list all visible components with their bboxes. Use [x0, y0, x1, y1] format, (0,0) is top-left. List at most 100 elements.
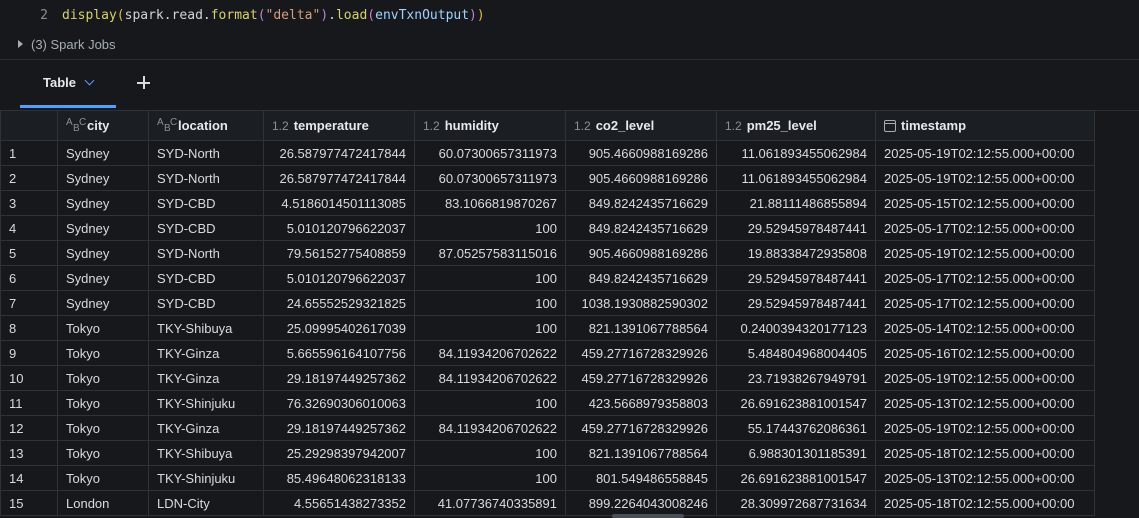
- table-cell[interactable]: 2025-05-14T02:12:55.000+00:00: [875, 315, 1095, 341]
- table-cell[interactable]: Sydney: [57, 240, 149, 266]
- table-cell[interactable]: Sydney: [57, 215, 149, 241]
- table-cell[interactable]: 55.17443762086361: [716, 415, 876, 441]
- table-row[interactable]: 8 Tokyo TKY-Shibuya 25.09995402617039 100 821…: [0, 315, 1095, 341]
- table-cell[interactable]: 821.1391067788564: [565, 440, 717, 466]
- table-cell[interactable]: 1038.1930882590302: [565, 290, 717, 316]
- table-cell[interactable]: 100: [414, 265, 566, 291]
- table-cell[interactable]: 849.8242435716629: [565, 265, 717, 291]
- table-cell[interactable]: 29.52945978487441: [716, 290, 876, 316]
- table-cell[interactable]: Tokyo: [57, 340, 149, 366]
- table-cell[interactable]: 423.5668979358803: [565, 390, 717, 416]
- table-cell[interactable]: 2025-05-19T02:12:55.000+00:00: [875, 140, 1095, 166]
- table-cell[interactable]: SYD-CBD: [148, 215, 264, 241]
- table-row[interactable]: 12 Tokyo TKY-Ginza 29.18197449257362 84.1193…: [0, 415, 1095, 441]
- table-row[interactable]: 13 Tokyo TKY-Shibuya 25.29298397942007 100 82…: [0, 440, 1095, 466]
- table-cell[interactable]: Sydney: [57, 165, 149, 191]
- table-cell[interactable]: 905.4660988169286: [565, 140, 717, 166]
- table-cell[interactable]: 26.587977472417844: [263, 140, 415, 166]
- table-cell[interactable]: 2025-05-13T02:12:55.000+00:00: [875, 390, 1095, 416]
- table-cell[interactable]: 24.65552529321825: [263, 290, 415, 316]
- table-cell[interactable]: 2025-05-13T02:12:55.000+00:00: [875, 465, 1095, 491]
- table-cell[interactable]: 60.07300657311973: [414, 140, 566, 166]
- table-cell[interactable]: 29.18197449257362: [263, 365, 415, 391]
- table-cell[interactable]: 100: [414, 315, 566, 341]
- table-row[interactable]: 7 Sydney SYD-CBD 24.65552529321825 100 1038.1…: [0, 290, 1095, 316]
- table-cell[interactable]: 26.587977472417844: [263, 165, 415, 191]
- table-cell[interactable]: London: [57, 490, 149, 516]
- table-cell[interactable]: 5.010120796622037: [263, 215, 415, 241]
- column-header-location[interactable]: A B Clocation: [148, 110, 264, 141]
- table-cell[interactable]: 4.5186014501113085: [263, 190, 415, 216]
- table-cell[interactable]: 11.061893455062984: [716, 165, 876, 191]
- table-cell[interactable]: TKY-Shinjuku: [148, 465, 264, 491]
- table-cell[interactable]: 849.8242435716629: [565, 215, 717, 241]
- table-row[interactable]: 2 Sydney SYD-North 26.587977472417844 60.073…: [0, 165, 1095, 191]
- table-cell[interactable]: TKY-Ginza: [148, 365, 264, 391]
- table-cell[interactable]: 905.4660988169286: [565, 240, 717, 266]
- table-cell[interactable]: 905.4660988169286: [565, 165, 717, 191]
- table-cell[interactable]: SYD-North: [148, 140, 264, 166]
- table-cell[interactable]: 41.07736740335891: [414, 490, 566, 516]
- table-cell[interactable]: TKY-Shinjuku: [148, 390, 264, 416]
- table-cell[interactable]: Tokyo: [57, 465, 149, 491]
- table-cell[interactable]: 2025-05-19T02:12:55.000+00:00: [875, 415, 1095, 441]
- table-cell[interactable]: 60.07300657311973: [414, 165, 566, 191]
- table-cell[interactable]: 899.2264043008246: [565, 490, 717, 516]
- table-row[interactable]: 14 Tokyo TKY-Shinjuku 85.49648062318133 100 8…: [0, 465, 1095, 491]
- table-cell[interactable]: 25.29298397942007: [263, 440, 415, 466]
- table-cell[interactable]: 2025-05-16T02:12:55.000+00:00: [875, 340, 1095, 366]
- table-cell[interactable]: 85.49648062318133: [263, 465, 415, 491]
- table-cell[interactable]: 26.691623881001547: [716, 390, 876, 416]
- column-header-humidity[interactable]: 1.2 humidity: [414, 110, 566, 141]
- table-cell[interactable]: 83.1066819870267: [414, 190, 566, 216]
- table-row[interactable]: 10 Tokyo TKY-Ginza 29.18197449257362 84.1193…: [0, 365, 1095, 391]
- table-cell[interactable]: 2025-05-19T02:12:55.000+00:00: [875, 165, 1095, 191]
- table-cell[interactable]: 4.55651438273352: [263, 490, 415, 516]
- table-cell[interactable]: 821.1391067788564: [565, 315, 717, 341]
- table-cell[interactable]: Tokyo: [57, 415, 149, 441]
- table-cell[interactable]: Tokyo: [57, 390, 149, 416]
- table-cell[interactable]: 2025-05-18T02:12:55.000+00:00: [875, 490, 1095, 516]
- results-grid[interactable]: A B Ccity A B Clocation 1.2 temperature 1.2 hu…: [0, 110, 1139, 518]
- column-header-co2-level[interactable]: 1.2 co2_level: [565, 110, 717, 141]
- table-cell[interactable]: 100: [414, 390, 566, 416]
- table-cell[interactable]: 801.549486558845: [565, 465, 717, 491]
- chevron-down-icon[interactable]: [84, 75, 95, 86]
- table-row[interactable]: 9 Tokyo TKY-Ginza 5.665596164107756 84.11934…: [0, 340, 1095, 366]
- table-row[interactable]: 4 Sydney SYD-CBD 5.010120796622037 100 849.82…: [0, 215, 1095, 241]
- table-cell[interactable]: 25.09995402617039: [263, 315, 415, 341]
- table-cell[interactable]: SYD-North: [148, 165, 264, 191]
- table-cell[interactable]: 459.27716728329926: [565, 340, 717, 366]
- table-cell[interactable]: 5.010120796622037: [263, 265, 415, 291]
- table-cell[interactable]: 79.56152775408859: [263, 240, 415, 266]
- table-cell[interactable]: SYD-CBD: [148, 190, 264, 216]
- table-cell[interactable]: 28.309972687731634: [716, 490, 876, 516]
- tab-table[interactable]: Table: [20, 60, 116, 108]
- table-cell[interactable]: Sydney: [57, 140, 149, 166]
- table-cell[interactable]: 100: [414, 290, 566, 316]
- horizontal-scrollbar[interactable]: [612, 514, 684, 518]
- code-cell[interactable]: 2 display(spark. read. format("delta"). loa…: [0, 0, 1139, 60]
- table-row[interactable]: 1 Sydney SYD-North 26.587977472417844 60.073…: [0, 140, 1095, 166]
- table-cell[interactable]: 2025-05-18T02:12:55.000+00:00: [875, 440, 1095, 466]
- table-cell[interactable]: 100: [414, 440, 566, 466]
- table-cell[interactable]: Sydney: [57, 265, 149, 291]
- table-row[interactable]: 11 Tokyo TKY-Shinjuku 76.32690306010063 100 4…: [0, 390, 1095, 416]
- column-header-timestamp[interactable]: timestamp: [875, 110, 1095, 141]
- table-row[interactable]: 3 Sydney SYD-CBD 4.5186014501113085 83.10668…: [0, 190, 1095, 216]
- table-cell[interactable]: LDN-City: [148, 490, 264, 516]
- table-cell[interactable]: 6.988301301185391: [716, 440, 876, 466]
- table-cell[interactable]: 2025-05-17T02:12:55.000+00:00: [875, 265, 1095, 291]
- table-cell[interactable]: Sydney: [57, 190, 149, 216]
- table-cell[interactable]: 29.52945978487441: [716, 265, 876, 291]
- table-cell[interactable]: 0.2400394320177123: [716, 315, 876, 341]
- column-header-city[interactable]: A B Ccity: [57, 110, 149, 141]
- table-cell[interactable]: SYD-CBD: [148, 290, 264, 316]
- column-header-pm25-level[interactable]: 1.2 pm25_level: [716, 110, 876, 141]
- table-cell[interactable]: 459.27716728329926: [565, 415, 717, 441]
- table-cell[interactable]: 2025-05-19T02:12:55.000+00:00: [875, 365, 1095, 391]
- table-cell[interactable]: SYD-North: [148, 240, 264, 266]
- table-cell[interactable]: 5.665596164107756: [263, 340, 415, 366]
- table-cell[interactable]: 29.18197449257362: [263, 415, 415, 441]
- table-cell[interactable]: TKY-Shibuya: [148, 315, 264, 341]
